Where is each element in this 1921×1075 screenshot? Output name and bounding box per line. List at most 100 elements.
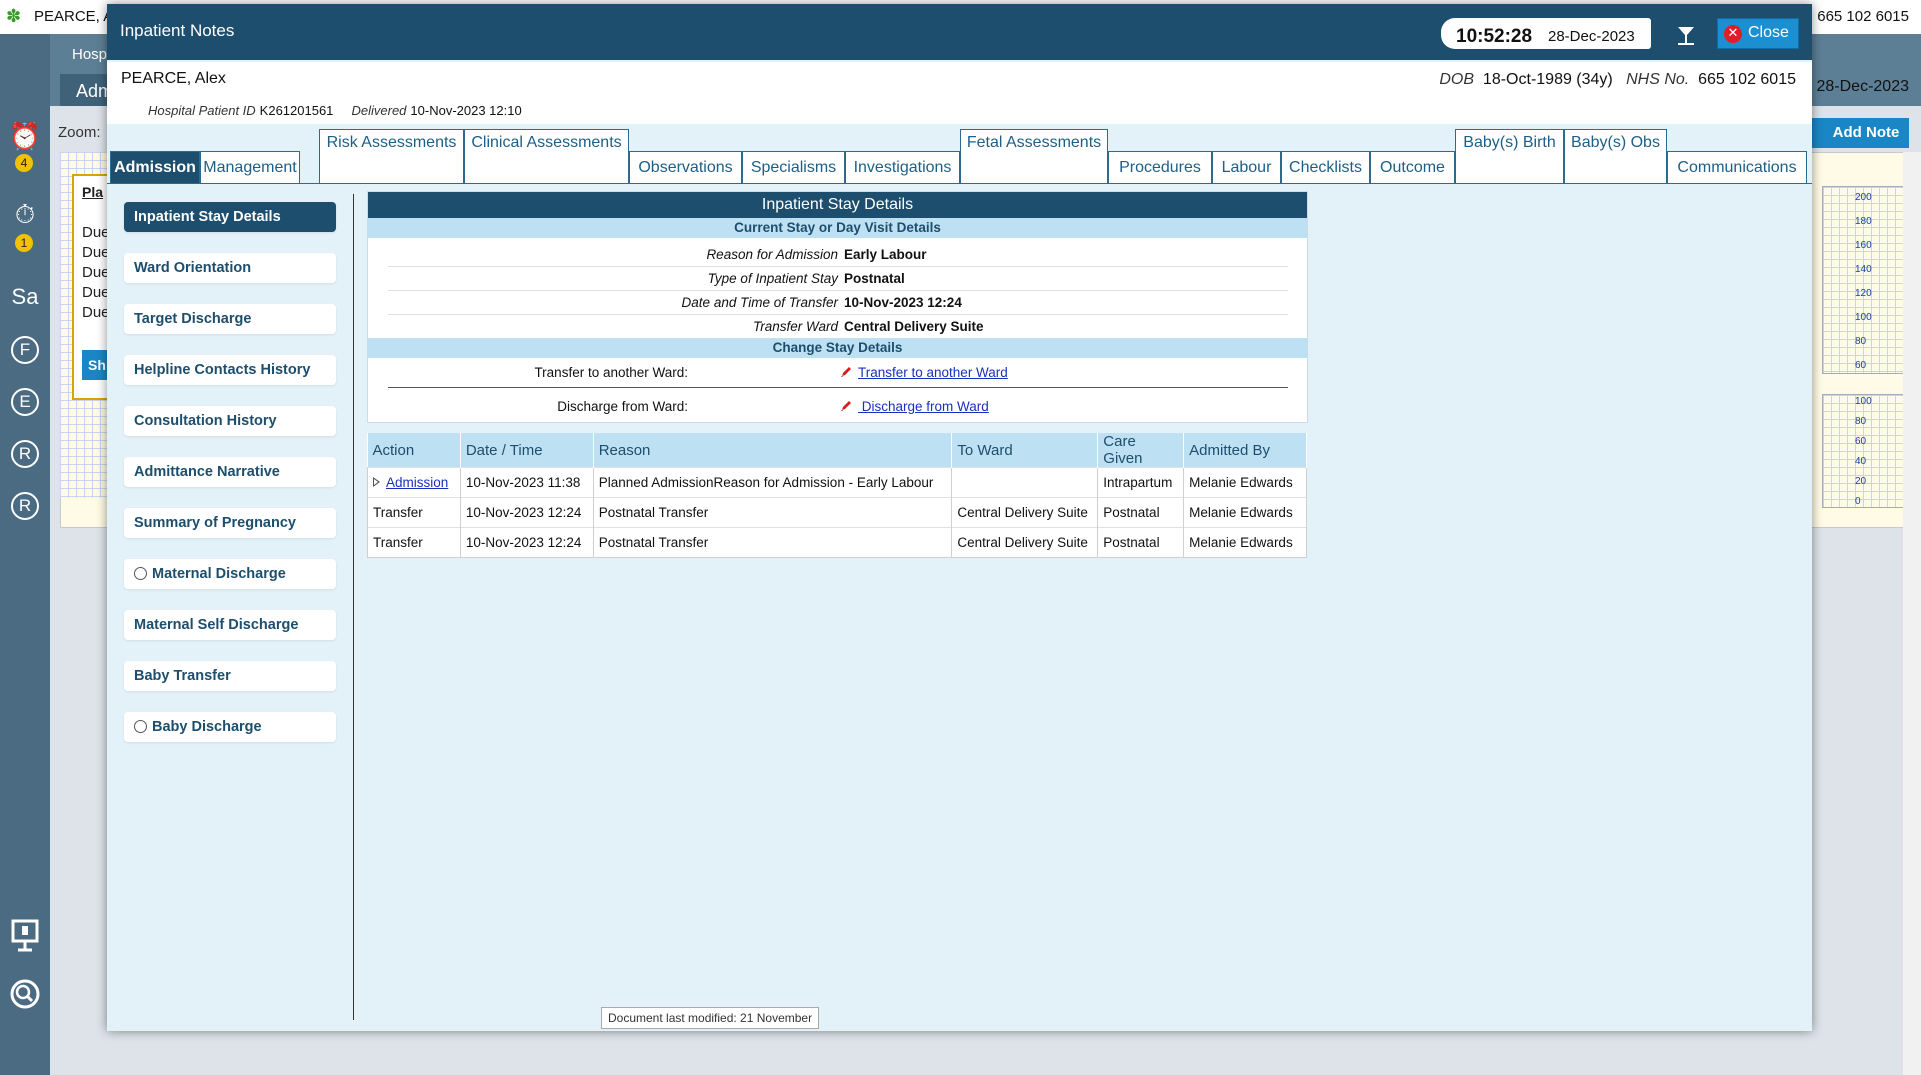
nav-target-discharge[interactable]: Target Discharge bbox=[124, 304, 336, 334]
action-cell: Admission bbox=[367, 467, 461, 498]
nav-baby-transfer[interactable]: Baby Transfer bbox=[124, 661, 336, 691]
plan-due-item: Due bbox=[82, 264, 110, 281]
app-logo-icon: ✽ bbox=[6, 6, 22, 26]
bg-date: 28-Dec-2023 bbox=[1816, 78, 1910, 95]
close-button[interactable]: ✕ Close bbox=[1717, 18, 1799, 49]
scale-tick: 80 bbox=[1855, 416, 1867, 427]
tab-risk-assessments[interactable]: Risk Assessments bbox=[319, 129, 464, 184]
add-note-button[interactable]: Add Note bbox=[1823, 118, 1909, 148]
timer-icon[interactable]: ⏱ bbox=[6, 196, 44, 234]
tab-investigations[interactable]: Investigations bbox=[845, 151, 960, 184]
change-stay-heading: Change Stay Details bbox=[368, 338, 1307, 358]
transfer-link[interactable]: Transfer to another Ward bbox=[840, 365, 1008, 380]
modal-header: Inpatient Notes 10:52:28 28-Dec-2023 ✕ C… bbox=[107, 4, 1812, 60]
col-header-admitted-by[interactable]: Admitted By bbox=[1183, 433, 1307, 468]
tab-management[interactable]: Management bbox=[200, 151, 300, 184]
tab-labour[interactable]: Labour bbox=[1212, 151, 1281, 184]
row-divider bbox=[388, 290, 1288, 291]
scale-tick: 160 bbox=[1855, 240, 1872, 251]
delivered-label: Delivered bbox=[351, 103, 407, 118]
tab-observations[interactable]: Observations bbox=[629, 151, 742, 184]
row-divider bbox=[388, 266, 1288, 267]
tab-outcome[interactable]: Outcome bbox=[1370, 151, 1455, 184]
filter-icon[interactable] bbox=[1675, 24, 1697, 46]
nav-ward-orientation[interactable]: Ward Orientation bbox=[124, 253, 336, 283]
plan-due-item: Due bbox=[82, 304, 110, 321]
close-icon: ✕ bbox=[1724, 25, 1742, 43]
tab-babys-obs[interactable]: Baby(s) Obs bbox=[1564, 129, 1667, 184]
alarm-badge: 4 bbox=[15, 154, 33, 172]
tab-checklists[interactable]: Checklists bbox=[1281, 151, 1370, 184]
tab-babys-birth[interactable]: Baby(s) Birth bbox=[1455, 129, 1564, 184]
discharge-link[interactable]: Discharge from Ward bbox=[840, 399, 989, 414]
inpatient-notes-modal: Inpatient Notes 10:52:28 28-Dec-2023 ✕ C… bbox=[107, 4, 1812, 1031]
reason-cell: Postnatal Transfer bbox=[593, 527, 953, 558]
table-row: Transfer 10-Nov-2023 12:24 Postnatal Tra… bbox=[367, 497, 1307, 528]
scale-tick: 40 bbox=[1855, 456, 1867, 467]
nav-maternal-discharge[interactable]: Maternal Discharge bbox=[124, 559, 336, 589]
hospital-id-label: Hospital Patient ID bbox=[148, 103, 256, 118]
close-label: Close bbox=[1748, 24, 1789, 41]
alarm-clock-icon[interactable]: ⏰ bbox=[6, 118, 44, 156]
tab-admission[interactable]: Admission bbox=[110, 151, 200, 184]
to-ward-cell: Central Delivery Suite bbox=[951, 527, 1099, 558]
scale-tick: 120 bbox=[1855, 288, 1872, 299]
plan-due-item: Due bbox=[82, 284, 110, 301]
admitted-by-cell: Melanie Edwards bbox=[1183, 497, 1307, 528]
sidebar-f-button[interactable]: F bbox=[11, 336, 39, 364]
field-label: Date and Time of Transfer bbox=[681, 295, 838, 310]
bg-chart-grid-top bbox=[1822, 186, 1916, 374]
field-label: Reason for Admission bbox=[706, 247, 838, 262]
tab-procedures[interactable]: Procedures bbox=[1108, 151, 1212, 184]
care-given-cell: Postnatal bbox=[1097, 497, 1185, 528]
document-modified-tooltip: Document last modified: 21 November bbox=[601, 1007, 820, 1029]
action-cell: Transfer bbox=[367, 497, 461, 528]
scale-tick: 0 bbox=[1855, 496, 1861, 507]
col-header-to-ward[interactable]: To Ward bbox=[951, 433, 1099, 468]
patient-name: PEARCE, Alex bbox=[121, 70, 226, 87]
sidebar-r-button[interactable]: R bbox=[11, 440, 39, 468]
sidebar-e-button[interactable]: E bbox=[11, 388, 39, 416]
current-stay-heading: Current Stay or Day Visit Details bbox=[368, 218, 1307, 238]
nav-summary-of-pregnancy[interactable]: Summary of Pregnancy bbox=[124, 508, 336, 538]
datetime-cell: 10-Nov-2023 12:24 bbox=[460, 497, 594, 528]
expand-icon[interactable] bbox=[373, 477, 380, 487]
zoom-label: Zoom: bbox=[58, 124, 101, 141]
sidebar-sa-button[interactable]: Sa bbox=[10, 282, 40, 312]
tab-fetal-assessments[interactable]: Fetal Assessments bbox=[960, 129, 1108, 184]
nhs-value: 665 102 6015 bbox=[1698, 71, 1796, 88]
tab-clinical-assessments[interactable]: Clinical Assessments bbox=[464, 129, 629, 184]
col-header-action[interactable]: Action bbox=[367, 433, 461, 468]
col-header-datetime[interactable]: Date / Time bbox=[460, 433, 594, 468]
nav-baby-discharge[interactable]: Baby Discharge bbox=[124, 712, 336, 742]
datetime-cell: 10-Nov-2023 11:38 bbox=[460, 467, 594, 498]
col-header-reason[interactable]: Reason bbox=[593, 433, 953, 468]
search-icon[interactable] bbox=[6, 978, 44, 1016]
nav-helpline-contacts-history[interactable]: Helpline Contacts History bbox=[124, 355, 336, 385]
nav-maternal-self-discharge[interactable]: Maternal Self Discharge bbox=[124, 610, 336, 640]
nav-inpatient-stay-details[interactable]: Inpatient Stay Details bbox=[124, 202, 336, 232]
sidebar-r2-button[interactable]: R bbox=[11, 492, 39, 520]
field-label: Type of Inpatient Stay bbox=[707, 271, 838, 286]
admitted-by-cell: Melanie Edwards bbox=[1183, 527, 1307, 558]
datetime-cell: 10-Nov-2023 12:24 bbox=[460, 527, 594, 558]
admission-link[interactable]: Admission bbox=[386, 475, 448, 490]
scale-tick: 20 bbox=[1855, 476, 1867, 487]
timer-badge: 1 bbox=[15, 234, 33, 252]
care-given-cell: Postnatal bbox=[1097, 527, 1185, 558]
nav-consultation-history[interactable]: Consultation History bbox=[124, 406, 336, 436]
discharge-link-text: Discharge from Ward bbox=[858, 399, 989, 414]
field-value: Postnatal bbox=[844, 271, 905, 286]
presentation-icon[interactable] bbox=[6, 918, 44, 956]
tab-communications[interactable]: Communications bbox=[1667, 151, 1807, 184]
col-header-care-given[interactable]: Care Given bbox=[1097, 433, 1185, 468]
table-row: Transfer 10-Nov-2023 12:24 Postnatal Tra… bbox=[367, 527, 1307, 558]
scale-tick: 60 bbox=[1855, 436, 1867, 447]
table-row: Admission 10-Nov-2023 11:38 Planned Admi… bbox=[367, 467, 1307, 498]
bg-scrollbar[interactable] bbox=[1903, 152, 1921, 1075]
tab-specialisms[interactable]: Specialisms bbox=[742, 151, 845, 184]
stay-details-panel: Inpatient Stay Details Current Stay or D… bbox=[367, 191, 1308, 423]
scale-tick: 60 bbox=[1855, 360, 1867, 371]
nav-admittance-narrative[interactable]: Admittance Narrative bbox=[124, 457, 336, 487]
hospital-id-value: K261201561 bbox=[259, 103, 334, 118]
